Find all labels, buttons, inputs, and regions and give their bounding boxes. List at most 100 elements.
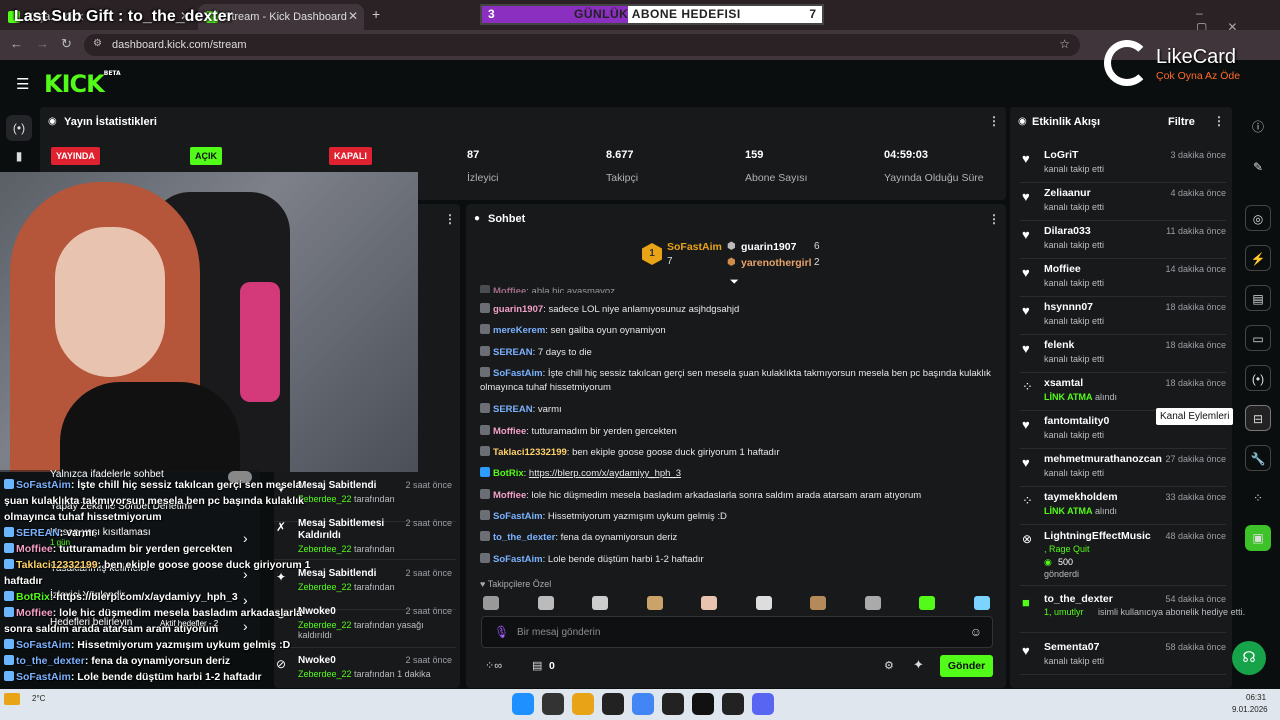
emote-icon[interactable] — [646, 596, 663, 610]
chat-menu-icon[interactable]: ⋮ — [988, 212, 1000, 226]
activity-item[interactable]: ⁘ taymekholdem 33 dakika önce LİNK ATMA alı… — [1020, 487, 1226, 525]
chat-username[interactable]: SoFastAim — [493, 511, 543, 522]
chat-username[interactable]: Moffiee — [493, 426, 526, 437]
points-icon[interactable]: ⁘∞ — [485, 659, 502, 672]
taskbar-app-icon[interactable] — [752, 693, 774, 715]
emote-icon[interactable] — [537, 596, 554, 610]
activity-item[interactable]: ♥ Moffiee 14 dakika önce kanalı takip etti — [1020, 259, 1226, 297]
taskbar-app-icon[interactable] — [572, 693, 594, 715]
chat-text[interactable]: https://blerp.com/x/aydamiyy_hph_3 — [529, 468, 681, 479]
emote-icon[interactable] — [973, 596, 990, 610]
chat-username[interactable]: SEREAN — [493, 347, 533, 358]
reload-icon[interactable]: ↻ — [61, 36, 72, 52]
stats-rail-icon[interactable]: ▮ — [6, 143, 32, 169]
activity-item-kick[interactable]: ⊗ LightningEffectMusic 48 dakika önce , … — [1020, 526, 1226, 586]
back-icon[interactable]: ← — [10, 36, 23, 51]
taskbar-app-icon[interactable] — [542, 693, 564, 715]
chat-username[interactable]: BotRix — [493, 468, 524, 479]
chat-message[interactable]: SoFastAim: Lole bende düştüm harbi 1-2 h… — [480, 553, 996, 567]
channel-actions-icon[interactable]: ⊟ — [1245, 405, 1271, 431]
url-input[interactable]: ⚙ dashboard.kick.com/stream ☆ — [84, 34, 1080, 56]
activity-item[interactable]: ♥ mehmetmurathanozcan 27 dakika önce kanalı… — [1020, 449, 1226, 487]
activity-item[interactable]: ♥ Dilara033 11 dakika önce kanalı takip ett… — [1020, 221, 1226, 259]
chevron-right-icon[interactable]: › — [243, 530, 248, 546]
chat-message[interactable]: Moffiee: abla hic ayasmayoz — [480, 285, 996, 293]
moderator-name[interactable]: Zeberdee_22 — [298, 544, 352, 554]
mod-log-item[interactable]: ✗ Mesaj Sabitlemesi Kaldırıldı 2 saat önce… — [274, 514, 456, 560]
chat-username[interactable]: SoFastAim — [493, 554, 543, 565]
chat-username[interactable]: Moffiee — [493, 286, 526, 293]
chevron-right-icon[interactable]: › — [243, 592, 248, 608]
kick-logo[interactable]: KICKBETA — [44, 70, 121, 98]
taskbar-app-icon[interactable] — [662, 693, 684, 715]
emote-icon[interactable] — [864, 596, 881, 610]
new-tab-icon[interactable]: + — [372, 6, 380, 22]
send-button[interactable]: Gönder — [940, 655, 993, 677]
activity-item[interactable]: ♥ LoGriT 3 dakika önce kanalı takip etti — [1020, 145, 1226, 183]
moderator-name[interactable]: Zeberdee_22 — [298, 494, 352, 504]
microphone-icon[interactable]: 🎙 — [494, 625, 509, 639]
bookmark-star-icon[interactable]: ☆ — [1059, 37, 1070, 51]
site-info-icon[interactable]: ⚙ — [93, 38, 102, 49]
chat-rail-icon[interactable]: ▭ — [1245, 325, 1271, 351]
moderator-name[interactable]: Zeberdee_22 — [298, 582, 352, 592]
stream-rail-icon[interactable]: (•) — [6, 115, 32, 141]
activity-item[interactable]: ♥ Zeliaanur 4 dakika önce kanalı takip etti — [1020, 183, 1226, 221]
chat-message[interactable]: to_the_dexter: fena da oynamiyorsun deri… — [480, 531, 996, 545]
app-rail-icon[interactable]: ▣ — [1245, 525, 1271, 551]
emote-icon[interactable] — [701, 596, 717, 610]
close-tab-icon[interactable]: ✕ — [348, 9, 358, 23]
wrench-icon[interactable]: 🔧 — [1245, 445, 1271, 471]
chat-message[interactable]: Taklaci12332199: ben ekiple goose goose … — [480, 446, 996, 460]
activity-item-follow[interactable]: ♥ Sementa07 58 dakika önce kanalı takip … — [1020, 637, 1226, 675]
stats-menu-icon[interactable]: ⋮ — [988, 114, 1000, 128]
forward-icon[interactable]: → — [36, 36, 49, 51]
emote-icon[interactable] — [592, 596, 608, 610]
capture-icon[interactable]: ◎ — [1245, 205, 1271, 231]
emote-icon[interactable] — [483, 596, 499, 610]
chat-tools-icon[interactable]: ✦ — [913, 657, 924, 673]
chat-message[interactable]: SEREAN: 7 days to die — [480, 346, 996, 360]
activity-menu-icon[interactable]: ⋮ — [1213, 114, 1225, 128]
taskbar-app-icon[interactable] — [632, 693, 654, 715]
taskbar-app-icon[interactable] — [722, 693, 744, 715]
chat-message[interactable]: mereKerem: sen galiba oyun oynamiyon — [480, 324, 996, 338]
store-icon[interactable]: ▤ — [532, 659, 542, 672]
chat-username[interactable]: Taklaci12332199 — [493, 447, 567, 458]
taskbar-app-icon[interactable] — [512, 693, 534, 715]
chat-input-box[interactable]: 🎙 Bir mesaj gönderin ☺ — [481, 616, 993, 648]
chat-message[interactable]: SoFastAim: Hissetmiyorum yazmışım uykum … — [480, 510, 996, 524]
chat-username[interactable]: SEREAN — [493, 404, 533, 415]
menu-icon[interactable]: ☰ — [16, 75, 29, 93]
chat-message[interactable]: Moffiee: tutturamadım bir yerden gercekt… — [480, 425, 996, 439]
edit-icon[interactable]: ✎ — [1245, 154, 1271, 180]
chat-username[interactable]: mereKerem — [493, 325, 545, 336]
chat-username[interactable]: SoFastAim — [493, 368, 543, 379]
chat-settings-icon[interactable]: ⚙ — [884, 659, 894, 672]
support-headset-icon[interactable]: ☊ — [1232, 641, 1266, 675]
emote-icon[interactable] — [755, 596, 772, 610]
emote-icon[interactable] — [919, 596, 935, 610]
chat-message[interactable]: guarin1907: sadece LOL niye anlamıyosunu… — [480, 303, 996, 317]
chat-username[interactable]: guarin1907 — [493, 304, 543, 315]
chat-username[interactable]: to_the_dexter — [493, 532, 555, 543]
chevron-right-icon[interactable]: › — [243, 618, 248, 634]
activity-item-gift[interactable]: ■ to_the_dexter 54 dakika önce 1, umutly… — [1020, 589, 1245, 633]
lightning-icon[interactable]: ⚡ — [1245, 245, 1271, 271]
moderator-name[interactable]: Zeberdee_22 — [298, 620, 352, 630]
emoji-icon[interactable]: ☺ — [970, 625, 982, 639]
activity-item[interactable]: ♥ hsynnn07 18 dakika önce kanalı takip etti — [1020, 297, 1226, 335]
filter-button[interactable]: Filtre — [1168, 116, 1195, 128]
taskbar-app-icon[interactable] — [692, 693, 714, 715]
chat-message[interactable]: BotRix: https://blerp.com/x/aydamiyy_hph… — [480, 467, 996, 481]
mod-menu-icon[interactable]: ⋮ — [444, 212, 456, 226]
activity-item[interactable]: ♥ felenk 18 dakika önce kanalı takip etti — [1020, 335, 1226, 373]
taskbar-app-icon[interactable] — [602, 693, 624, 715]
notes-icon[interactable]: ▤ — [1245, 285, 1271, 311]
points-rail-icon[interactable]: ⁘ — [1245, 485, 1271, 511]
info-icon[interactable]: ⓘ — [1245, 114, 1271, 140]
chat-message[interactable]: Moffiee: lole hic düşmedim mesela baslad… — [480, 489, 996, 503]
activity-item[interactable]: ⁘ xsamtal 18 dakika önce LİNK ATMA alındı — [1020, 373, 1226, 411]
chat-message[interactable]: SoFastAim: İşte chill hiç sessiz takılca… — [480, 367, 996, 395]
emote-icon[interactable] — [810, 596, 826, 610]
